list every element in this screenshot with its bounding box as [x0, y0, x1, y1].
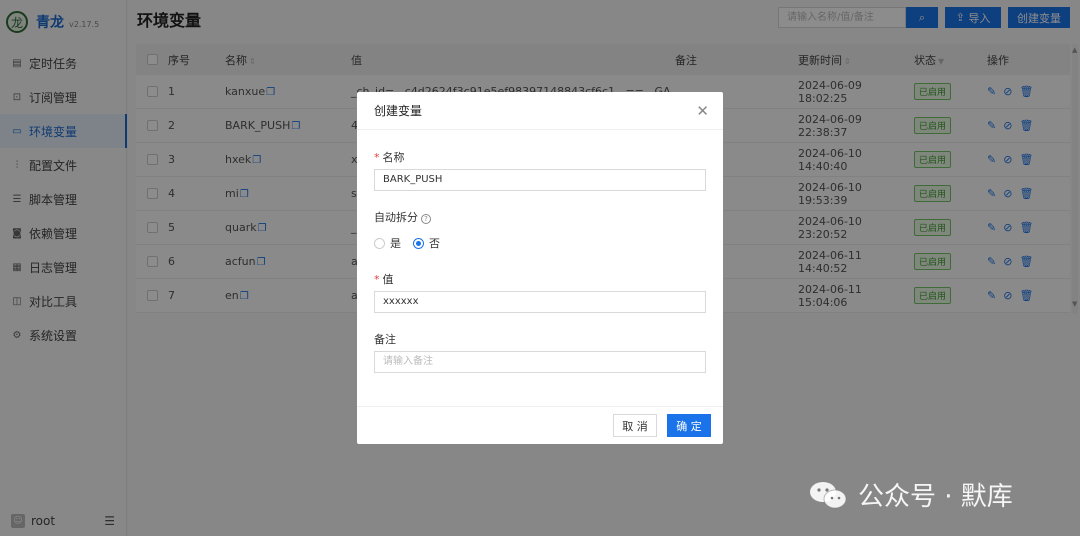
question-circle-icon[interactable]: ? [421, 214, 431, 224]
radio-yes-label: 是 [390, 237, 401, 250]
split-label-text: 自动拆分 [374, 211, 418, 224]
cancel-button[interactable]: 取 消 [613, 414, 657, 437]
split-label: 自动拆分? [374, 209, 431, 225]
required-mark: * [374, 151, 380, 164]
wechat-icon [810, 481, 847, 508]
radio-no[interactable] [413, 237, 424, 249]
dialog-footer: 取 消 确 定 [357, 406, 723, 444]
dialog-header: 创建变量 [357, 92, 723, 130]
required-mark: * [374, 273, 380, 286]
watermark-text: 公众号 · 默库 [858, 482, 1013, 512]
dialog-title: 创建变量 [374, 104, 423, 118]
name-field[interactable]: BARK_PUSH [374, 169, 706, 191]
close-icon[interactable]: ✕ [696, 102, 709, 120]
name-label: * 名称 [374, 149, 405, 165]
split-radio-group: 是 否 [374, 235, 440, 251]
note-label: 备注 [374, 333, 396, 346]
value-label-text: 值 [382, 273, 394, 286]
watermark: 公众号 · 默库 [808, 476, 1013, 513]
radio-yes[interactable] [374, 237, 385, 249]
confirm-button[interactable]: 确 定 [667, 414, 711, 437]
value-label: * 值 [374, 271, 394, 287]
value-field[interactable]: xxxxxx [374, 291, 706, 313]
note-field[interactable]: 请输入备注 [374, 351, 706, 373]
radio-no-label: 否 [429, 237, 440, 250]
name-label-text: 名称 [382, 151, 405, 164]
create-variable-dialog: 创建变量 ✕ * 名称 BARK_PUSH 自动拆分? 是 否 * 值 xxxxxx… [357, 92, 723, 444]
